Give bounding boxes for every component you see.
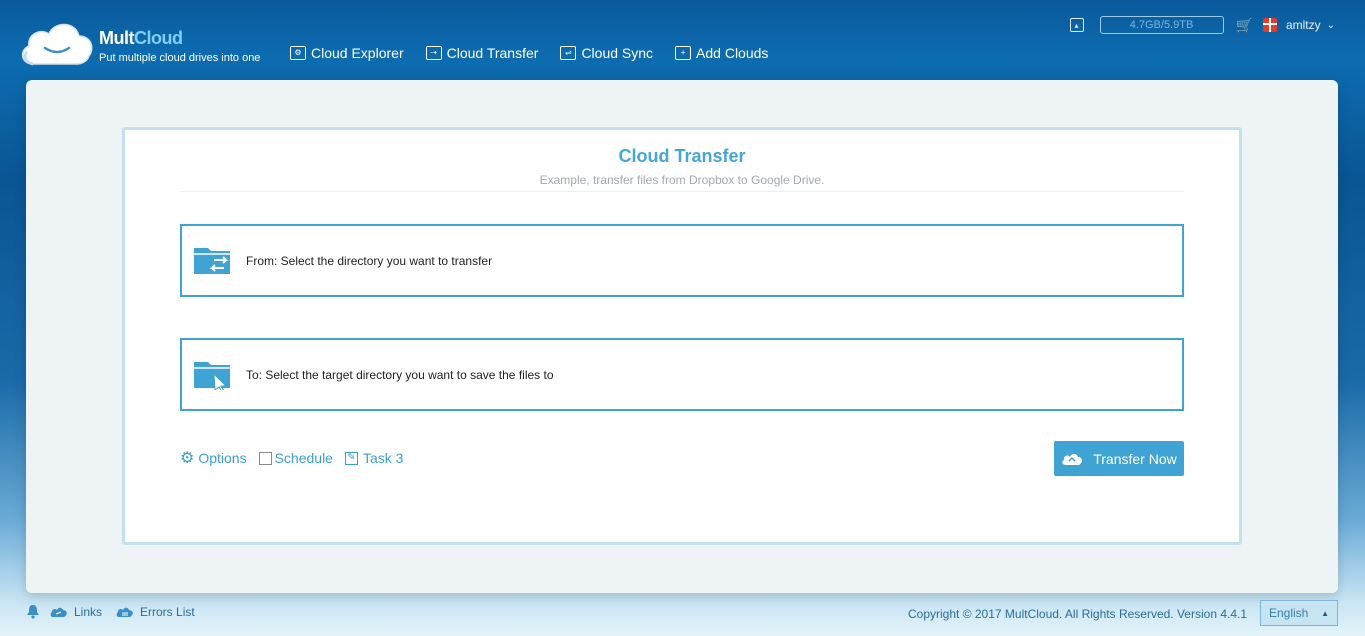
main-nav: ⚙ Cloud Explorer ⇢ Cloud Transfer ⇌ Clou… [290, 45, 790, 61]
language-value: English [1269, 606, 1309, 620]
options-row: ⚙ Options Schedule ✎ Task 3 [180, 448, 415, 468]
main-panel: Cloud Transfer Example, transfer files f… [26, 80, 1338, 593]
sync-icon: ⇌ [560, 46, 577, 60]
logo-tagline: Put multiple cloud drives into one [99, 52, 261, 64]
username[interactable]: amltzy [1286, 18, 1321, 32]
chevron-down-icon[interactable]: ⌄ [1327, 20, 1335, 31]
nav-label: Cloud Explorer [311, 45, 404, 61]
logo-name: MultCloud [99, 28, 183, 48]
divider [180, 191, 1184, 192]
nav-cloud-transfer[interactable]: ⇢ Cloud Transfer [425, 45, 539, 61]
nav-label: Cloud Transfer [446, 45, 539, 61]
to-text: To: Select the target directory you want… [246, 367, 554, 382]
storage-usage[interactable]: 4.7GB/5.9TB [1099, 16, 1224, 34]
links-button[interactable]: Links [50, 605, 102, 619]
copyright-text: Copyright © 2017 MultCloud. All Rights R… [908, 607, 1248, 621]
cart-icon[interactable]: 🛒 [1236, 17, 1253, 34]
schedule-label: Schedule [274, 450, 333, 466]
errors-label: Errors List [140, 604, 195, 619]
nav-cloud-explorer[interactable]: ⚙ Cloud Explorer [290, 45, 404, 61]
cloud-icon [1062, 453, 1083, 465]
error-list-icon [116, 607, 133, 617]
gift-icon[interactable] [1262, 18, 1277, 32]
page-subtitle: Example, transfer files from Dropbox to … [539, 173, 825, 187]
schedule-checkbox[interactable] [258, 451, 272, 465]
transfer-card: Cloud Transfer Example, transfer files f… [122, 127, 1242, 545]
links-label: Links [74, 604, 103, 619]
options-label: Options [198, 450, 247, 466]
chart-icon[interactable]: ▴ [1069, 18, 1084, 32]
gear-icon: ⚙ [180, 450, 195, 467]
language-select[interactable]: English ▲ [1260, 600, 1338, 626]
nav-cloud-sync[interactable]: ⇌ Cloud Sync [560, 45, 653, 61]
nav-label: Add Clouds [696, 45, 769, 61]
to-directory-selector[interactable]: To: Select the target directory you want… [180, 338, 1184, 411]
cloud-logo-icon [21, 23, 93, 66]
nav-label: Cloud Sync [581, 45, 654, 61]
transfer-now-button[interactable]: Transfer Now [1054, 441, 1184, 476]
bell-icon[interactable] [26, 604, 40, 619]
top-right-toolbar: ▴ 4.7GB/5.9TB 🛒 amltzy ⌄ [1069, 16, 1335, 34]
schedule-toggle[interactable]: Schedule [258, 450, 333, 466]
caret-up-icon: ▲ [1321, 608, 1329, 618]
logo[interactable]: MultCloud Put multiple cloud drives into… [19, 18, 260, 68]
add-icon: + [675, 46, 692, 60]
transfer-icon: ⇢ [425, 46, 442, 60]
page-title: Cloud Transfer [618, 146, 746, 166]
edit-icon: ✎ [344, 451, 358, 465]
link-icon [50, 607, 67, 617]
nav-add-clouds[interactable]: + Add Clouds [675, 45, 768, 61]
transfer-now-label: Transfer Now [1093, 450, 1177, 467]
from-text: From: Select the directory you want to t… [246, 253, 493, 268]
task-label: Task 3 [362, 450, 404, 466]
footer-left: Links Errors List [26, 604, 209, 619]
folder-target-icon [194, 361, 230, 390]
task-name-button[interactable]: ✎ Task 3 [344, 450, 404, 466]
explorer-icon: ⚙ [290, 46, 306, 60]
errors-list-button[interactable]: Errors List [116, 605, 195, 619]
from-directory-selector[interactable]: From: Select the directory you want to t… [180, 224, 1184, 297]
folder-from-icon [194, 247, 230, 274]
options-button[interactable]: ⚙ Options [180, 448, 247, 468]
